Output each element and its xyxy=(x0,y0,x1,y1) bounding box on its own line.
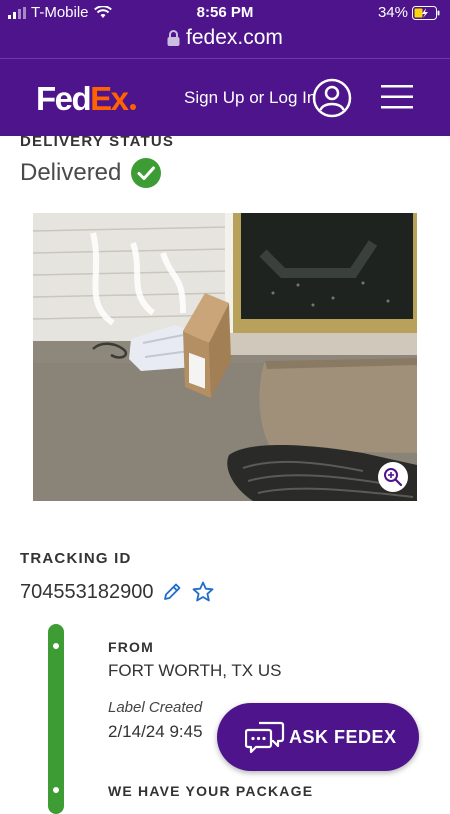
event-date: 2/14/24 9:45 xyxy=(108,722,203,741)
ask-fedex-button[interactable]: ASK FEDEX xyxy=(217,703,419,771)
have-package-label: WE HAVE YOUR PACKAGE xyxy=(108,783,314,799)
lock-icon xyxy=(167,30,180,46)
chat-bubbles-icon xyxy=(245,721,285,754)
url-text: fedex.com xyxy=(186,26,283,49)
proof-of-delivery-photo[interactable] xyxy=(33,213,417,501)
timeline-dot-from xyxy=(53,643,59,649)
delivery-status: Delivered xyxy=(20,158,162,188)
battery-group: 34% xyxy=(378,4,440,21)
status-bar: T-Mobile 8:56 PM 34% fedex.com xyxy=(0,0,450,58)
from-label: FROM xyxy=(108,639,155,655)
fedex-logo[interactable]: FedEx xyxy=(36,80,136,118)
check-circle-icon xyxy=(131,158,162,188)
timeline-dot-package xyxy=(53,787,59,793)
delivery-status-text: Delivered xyxy=(20,159,122,186)
logo-ex: Ex xyxy=(90,80,129,117)
from-location: FORT WORTH, TX US xyxy=(108,661,282,680)
logo-fed: Fed xyxy=(36,80,92,117)
shipment-progress-timeline xyxy=(48,624,64,814)
pencil-edit-icon[interactable] xyxy=(161,581,183,603)
delivery-photo-illustration xyxy=(33,213,417,501)
logo-dot xyxy=(129,104,136,110)
battery-charging-icon xyxy=(412,5,440,20)
tracking-number: 704553182900 xyxy=(20,580,154,603)
tracking-id-label: TRACKING ID xyxy=(20,550,132,567)
battery-percent: 34% xyxy=(377,4,408,21)
site-header: FedEx Sign Up or Log In xyxy=(0,58,450,136)
signin-link[interactable]: Sign Up or Log In xyxy=(184,88,316,108)
address-bar[interactable]: fedex.com xyxy=(0,26,450,50)
delivery-status-label: DELIVERY STATUS xyxy=(20,133,175,150)
ask-fedex-label: ASK FEDEX xyxy=(289,726,397,747)
star-favorite-icon[interactable] xyxy=(191,580,215,604)
event-label-created: Label Created xyxy=(108,699,203,716)
tracking-id-row: 704553182900 xyxy=(20,580,215,604)
hamburger-menu-icon[interactable] xyxy=(381,84,413,110)
user-icon[interactable] xyxy=(312,78,352,118)
